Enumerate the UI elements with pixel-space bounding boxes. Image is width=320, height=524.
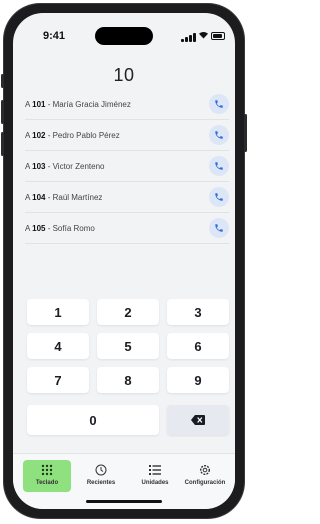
contact-label: A 102 - Pedro Pablo Pérez bbox=[25, 130, 120, 140]
tab-label: Unidades bbox=[141, 480, 169, 486]
tab-unidades[interactable]: Unidades bbox=[131, 460, 179, 492]
key-0[interactable]: 0 bbox=[27, 405, 159, 435]
tab-label: Teclado bbox=[35, 480, 59, 486]
phone-frame: 9:41 10 A 101 - María Gracia Jiménez A 1… bbox=[1, 4, 247, 518]
gear-icon bbox=[199, 463, 211, 477]
key-3[interactable]: 3 bbox=[167, 299, 229, 325]
key-8[interactable]: 8 bbox=[97, 367, 159, 393]
phone-icon bbox=[215, 162, 223, 170]
wifi-icon bbox=[198, 30, 209, 42]
tab-bar: Teclado Recientes Unidades Configuración bbox=[13, 453, 235, 509]
key-1[interactable]: 1 bbox=[27, 299, 89, 325]
phone-icon bbox=[215, 131, 223, 139]
side-button-volume-down bbox=[1, 132, 4, 156]
contact-code: 105 bbox=[32, 223, 46, 233]
status-time: 9:41 bbox=[43, 30, 66, 42]
side-button-silent bbox=[1, 74, 4, 88]
contact-row[interactable]: A 102 - Pedro Pablo Pérez bbox=[25, 120, 229, 151]
battery-icon bbox=[211, 32, 225, 40]
phone-icon bbox=[215, 100, 223, 108]
phone-icon bbox=[215, 224, 223, 232]
contact-row[interactable]: A 103 - Victor Zenteno bbox=[25, 151, 229, 182]
tab-configuracion[interactable]: Configuración bbox=[179, 460, 231, 492]
backspace-icon bbox=[191, 415, 205, 425]
key-5[interactable]: 5 bbox=[97, 333, 159, 359]
phone-screen: 9:41 10 A 101 - María Gracia Jiménez A 1… bbox=[13, 13, 235, 509]
tab-teclado[interactable]: Teclado bbox=[23, 460, 71, 492]
key-4[interactable]: 4 bbox=[27, 333, 89, 359]
tab-label: Recientes bbox=[86, 480, 116, 486]
key-2[interactable]: 2 bbox=[97, 299, 159, 325]
call-button[interactable] bbox=[209, 187, 229, 207]
contact-suggestions: A 101 - María Gracia Jiménez A 102 - Ped… bbox=[25, 89, 229, 244]
clock-icon bbox=[95, 463, 107, 477]
contact-label: A 105 - Sofía Romo bbox=[25, 223, 95, 233]
call-button[interactable] bbox=[209, 94, 229, 114]
contact-label: A 101 - María Gracia Jiménez bbox=[25, 99, 131, 109]
side-button-power bbox=[244, 114, 247, 152]
contact-label: A 103 - Victor Zenteno bbox=[25, 161, 105, 171]
list-icon bbox=[149, 463, 161, 477]
contact-code: 102 bbox=[32, 130, 46, 140]
call-button[interactable] bbox=[209, 218, 229, 238]
tab-recientes[interactable]: Recientes bbox=[77, 460, 125, 492]
key-6[interactable]: 6 bbox=[167, 333, 229, 359]
key-7[interactable]: 7 bbox=[27, 367, 89, 393]
home-indicator bbox=[86, 500, 162, 503]
phone-icon bbox=[215, 193, 223, 201]
contact-label: A 104 - Raúl Martínez bbox=[25, 192, 103, 202]
key-9[interactable]: 9 bbox=[167, 367, 229, 393]
contact-code: 104 bbox=[32, 192, 46, 202]
keypad-icon bbox=[41, 463, 53, 477]
side-button-volume-up bbox=[1, 100, 4, 124]
contact-row[interactable]: A 105 - Sofía Romo bbox=[25, 213, 229, 244]
tab-label: Configuración bbox=[184, 480, 226, 486]
status-bar: 9:41 bbox=[13, 13, 235, 55]
call-button[interactable] bbox=[209, 125, 229, 145]
delete-button[interactable] bbox=[167, 405, 229, 435]
call-button[interactable] bbox=[209, 156, 229, 176]
contact-row[interactable]: A 104 - Raúl Martínez bbox=[25, 182, 229, 213]
contact-row[interactable]: A 101 - María Gracia Jiménez bbox=[25, 89, 229, 120]
signal-icon bbox=[181, 33, 197, 42]
contact-code: 101 bbox=[32, 99, 46, 109]
dialed-number: 10 bbox=[113, 65, 135, 85]
contact-code: 103 bbox=[32, 161, 46, 171]
dynamic-island bbox=[95, 27, 153, 45]
